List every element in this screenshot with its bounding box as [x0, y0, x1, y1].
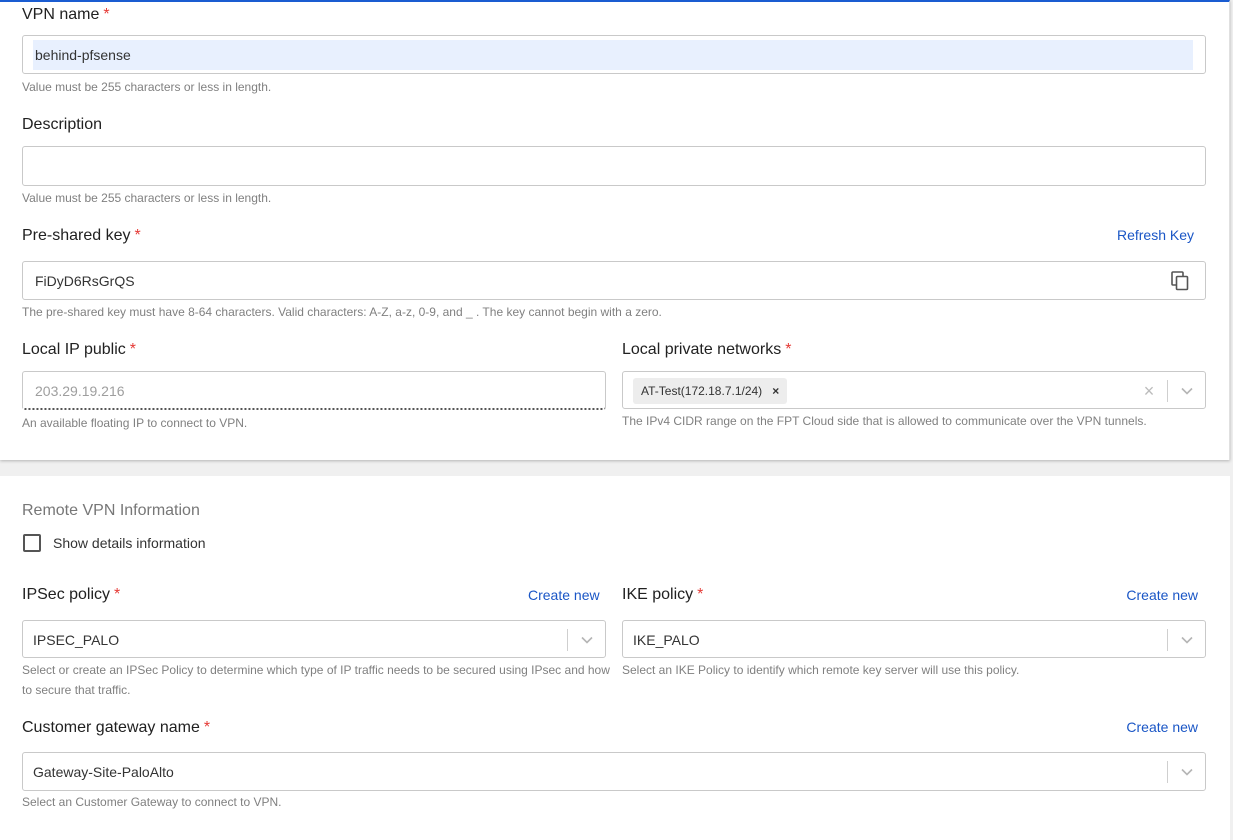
ipsec-policy-select[interactable]: IPSEC_PALO [22, 620, 606, 658]
chevron-down-icon[interactable] [1178, 382, 1196, 400]
ipsec-create-new-link[interactable]: Create new [528, 587, 600, 603]
remote-vpn-card: Remote VPN Information Show details info… [0, 476, 1230, 840]
pre-shared-key-helper: The pre-shared key must have 8-64 charac… [22, 305, 662, 319]
local-private-networks-helper: The IPv4 CIDR range on the FPT Cloud sid… [622, 414, 1147, 428]
vpn-name-value: behind-pfsense [35, 47, 131, 63]
vpn-name-label: VPN name * [22, 6, 110, 23]
select-separator [1167, 761, 1168, 783]
show-details-checkbox[interactable] [23, 534, 41, 552]
vpn-name-input[interactable]: behind-pfsense [22, 35, 1206, 74]
pre-shared-key-label: Pre-shared key * [22, 227, 141, 244]
local-ip-public-input[interactable]: 203.29.19.216 [22, 371, 606, 410]
local-ip-public-helper: An available floating IP to connect to V… [22, 416, 248, 430]
ike-policy-select[interactable]: IKE_PALO [622, 620, 1206, 658]
ipsec-policy-helper: Select or create an IPSec Policy to dete… [22, 663, 610, 697]
required-mark: * [785, 341, 792, 358]
customer-gateway-label: Customer gateway name * [22, 719, 211, 736]
customer-gateway-helper: Select an Customer Gateway to connect to… [22, 795, 282, 809]
refresh-key-link[interactable]: Refresh Key [1117, 227, 1194, 243]
network-chip-label: AT-Test(172.18.7.1/24) [641, 384, 763, 398]
chevron-down-icon[interactable] [1178, 763, 1196, 781]
local-ip-public-label: Local IP public * [22, 341, 137, 358]
required-mark: * [697, 586, 704, 603]
ike-policy-helper: Select an IKE Policy to identify which r… [622, 663, 1020, 677]
ipsec-policy-label: IPSec policy * [22, 586, 121, 603]
select-separator [567, 629, 568, 651]
chip-remove-icon[interactable]: × [772, 384, 779, 398]
close-icon[interactable]: × [1139, 381, 1159, 401]
ike-create-new-link[interactable]: Create new [1126, 587, 1198, 603]
chevron-down-icon[interactable] [1178, 631, 1196, 649]
pre-shared-key-input[interactable]: FiDyD6RsGrQS [22, 261, 1206, 300]
required-mark: * [103, 6, 110, 23]
show-details-label[interactable]: Show details information [53, 535, 206, 551]
gateway-create-new-link[interactable]: Create new [1126, 719, 1198, 735]
select-separator [1167, 629, 1168, 651]
description-helper: Value must be 255 characters or less in … [22, 191, 272, 205]
copy-icon[interactable] [1171, 271, 1189, 291]
local-private-networks-select[interactable]: AT-Test(172.18.7.1/24) × × [622, 371, 1206, 409]
required-mark: * [129, 341, 137, 358]
select-separator [1167, 380, 1168, 402]
description-input[interactable] [22, 146, 1206, 186]
required-mark: * [134, 227, 141, 244]
description-label: Description [22, 116, 103, 133]
required-mark: * [203, 719, 211, 736]
required-mark: * [114, 586, 121, 603]
customer-gateway-select[interactable]: Gateway-Site-PaloAlto [22, 752, 1206, 791]
vpn-name-helper: Value must be 255 characters or less in … [22, 80, 272, 94]
chevron-down-icon[interactable] [578, 631, 596, 649]
text-selection-highlight [33, 40, 1193, 70]
network-chip: AT-Test(172.18.7.1/24) × [633, 378, 788, 404]
local-private-networks-label: Local private networks * [622, 341, 792, 358]
section-title: Remote VPN Information [22, 502, 200, 519]
ike-policy-label: IKE policy * [622, 586, 704, 603]
vpn-settings-card: VPN name * behind-pfsense Value must be 2… [0, 0, 1230, 460]
